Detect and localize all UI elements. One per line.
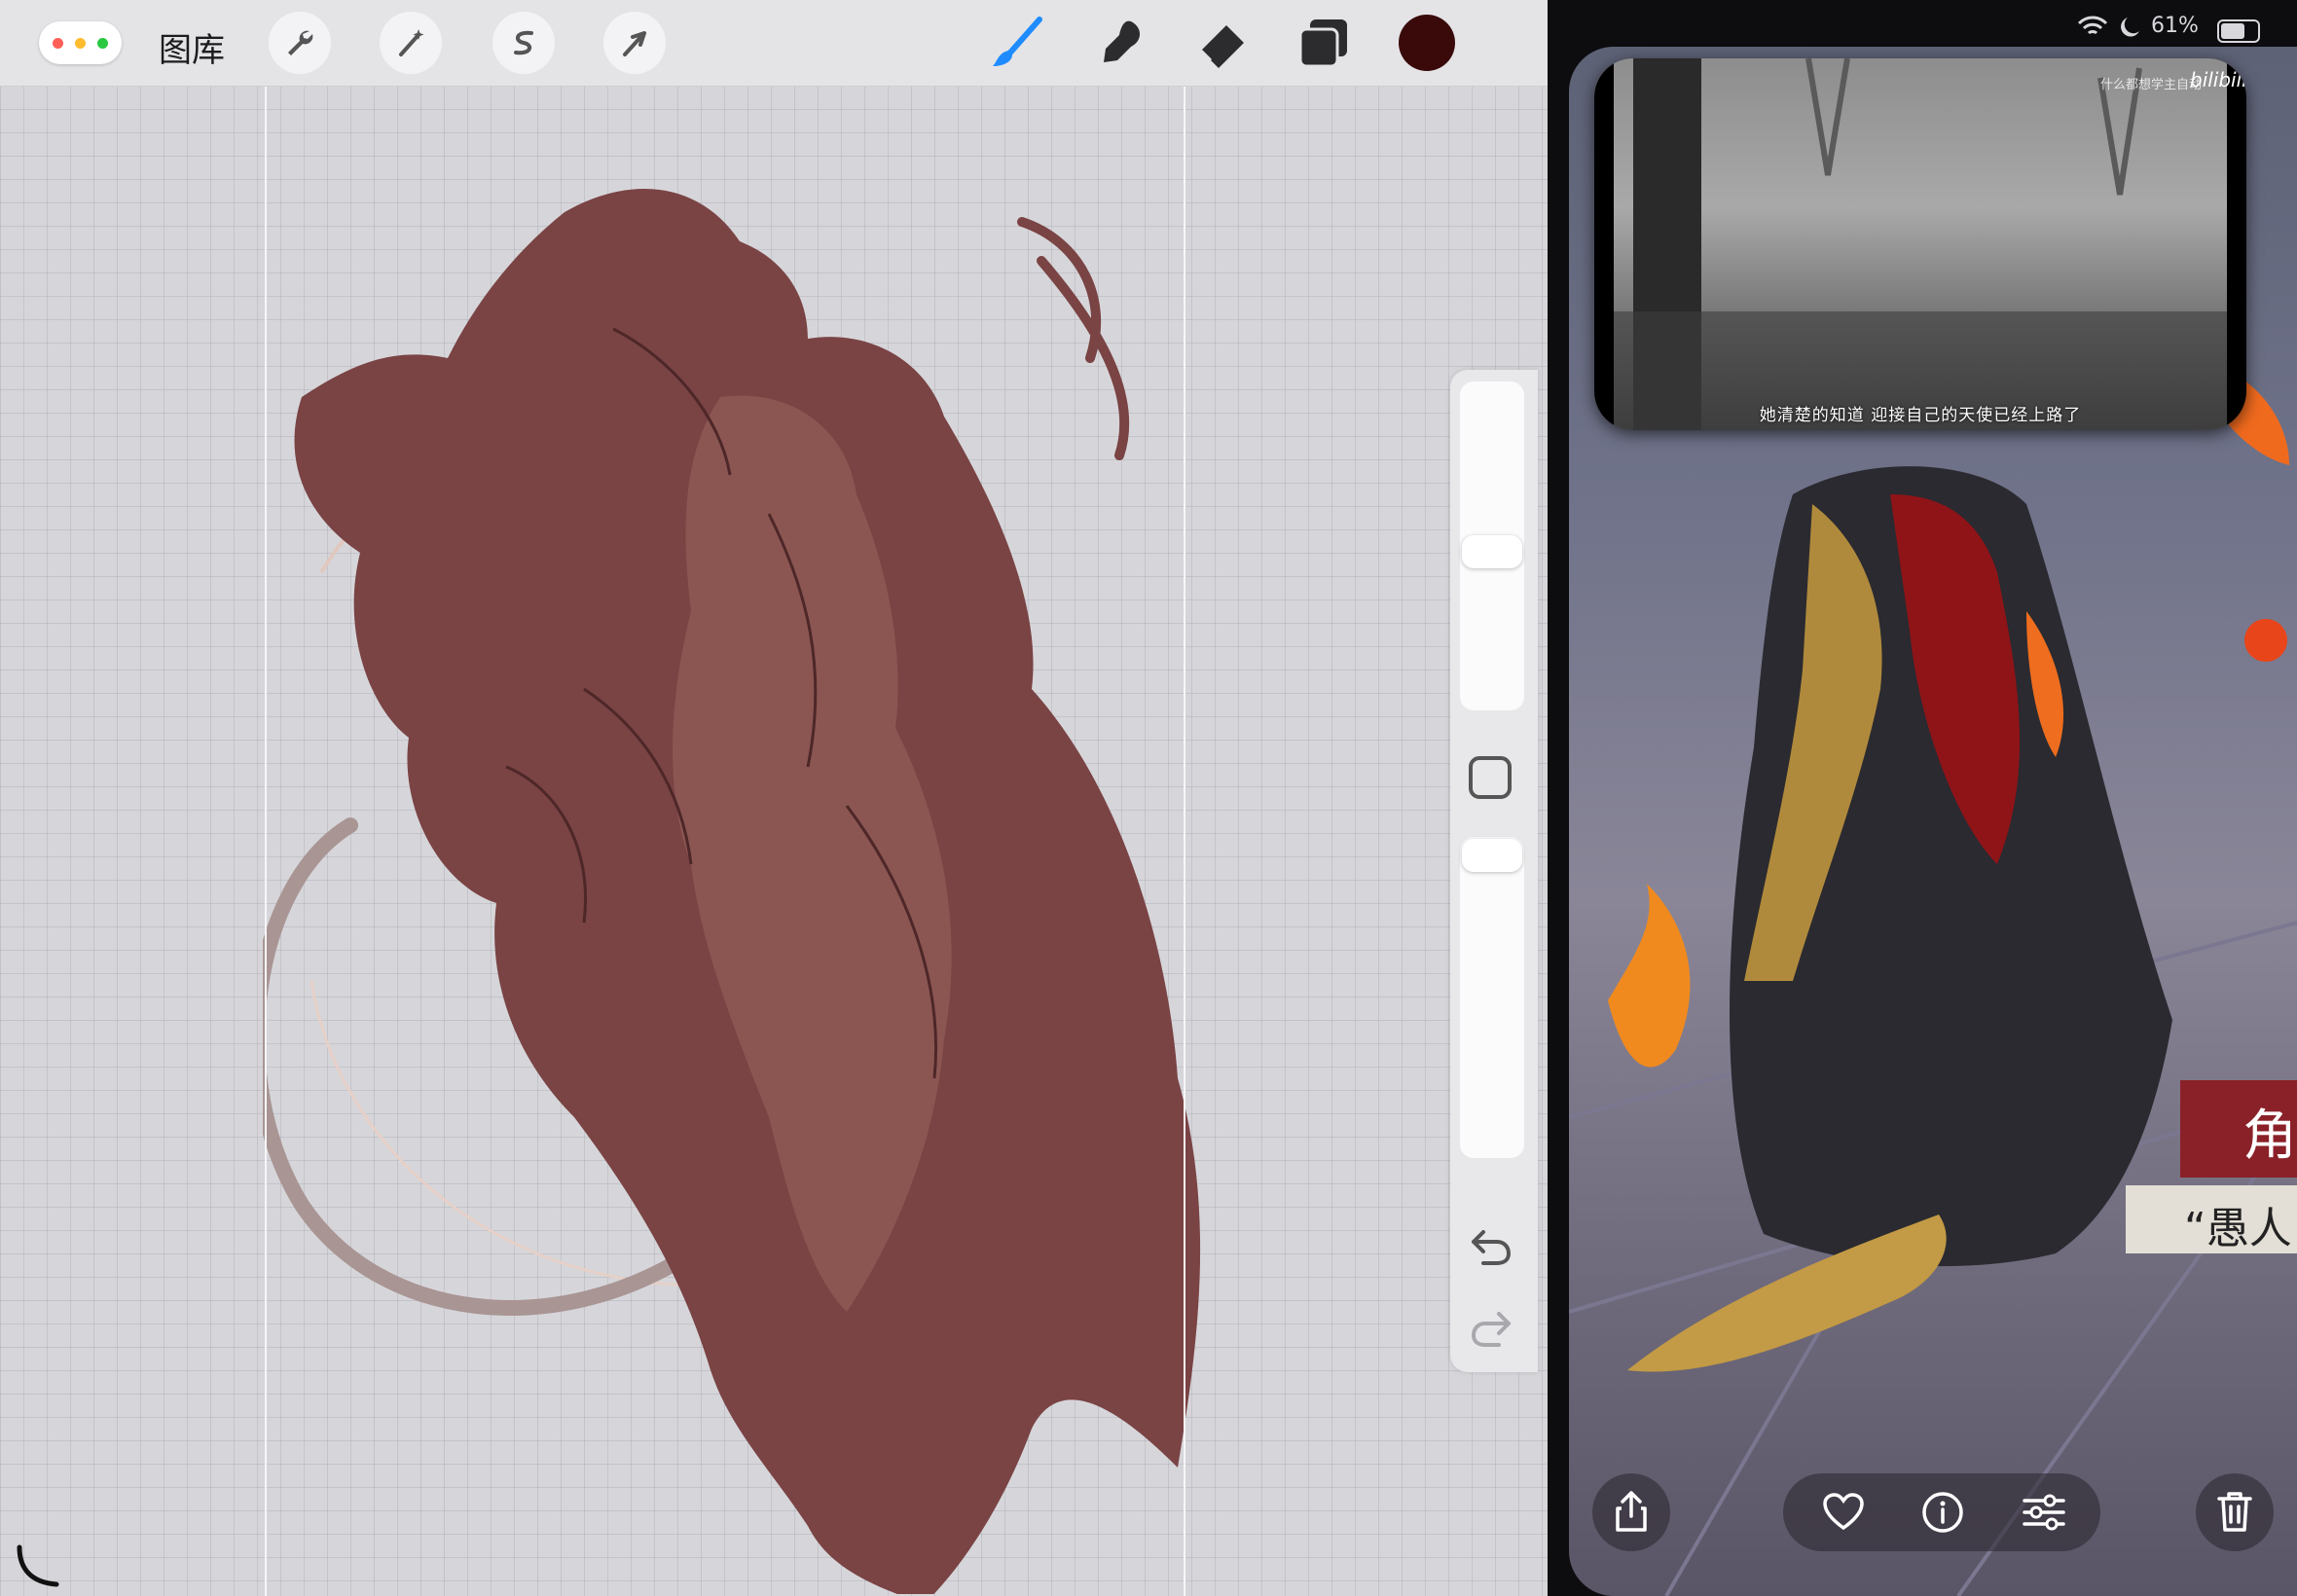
opacity-knob[interactable] (1462, 839, 1522, 872)
procreate-app: 图库 (0, 0, 1548, 1596)
video-watermark: 什么都想学主自动 (2100, 78, 2203, 92)
transform-button[interactable] (603, 12, 666, 74)
brush-icon[interactable] (989, 14, 1047, 72)
eraser-icon[interactable] (1193, 14, 1252, 72)
battery-icon (2217, 19, 2260, 43)
selection-s-icon (514, 30, 533, 55)
arrow-cursor-icon (623, 31, 646, 56)
redo-icon[interactable] (1470, 1308, 1513, 1347)
video-frame (1594, 58, 2246, 430)
modify-square-icon[interactable] (1468, 755, 1513, 800)
adjust-sliders-icon[interactable] (2021, 1493, 2067, 1532)
gallery-button[interactable]: 图库 (159, 23, 225, 71)
loading-spinner-icon (17, 1544, 59, 1587)
bilibili-logo: bilibili (2190, 68, 2246, 91)
wrench-icon (288, 30, 313, 55)
smudge-icon[interactable] (1092, 14, 1150, 72)
side-toolbar (1450, 370, 1538, 1372)
undo-icon[interactable] (1470, 1226, 1513, 1265)
guide-line-right (1184, 86, 1185, 1596)
drawing-canvas[interactable] (0, 86, 1548, 1596)
window-menu-button[interactable] (39, 21, 122, 64)
heart-icon[interactable] (1822, 1493, 1865, 1532)
adjustments-button[interactable] (380, 12, 442, 74)
video-subtitle: 她清楚的知道 迎接自己的天使已经上路了 (1759, 406, 2082, 425)
artwork-sketch (263, 189, 1201, 1594)
magic-wand-icon (399, 29, 424, 56)
character-subtitle-banner: “愚人 (2126, 1185, 2297, 1253)
share-icon (1616, 1491, 1647, 1532)
banner-char: 角 (2242, 1105, 2297, 1168)
banner-text: “愚人 (2184, 1204, 2292, 1253)
color-picker-button[interactable] (1399, 15, 1455, 71)
status-icons (2077, 14, 2147, 45)
actions-wrench-button[interactable] (269, 12, 331, 74)
layers-icon[interactable] (1294, 14, 1353, 72)
video-pip-window[interactable]: 什么都想学主自动 bilibili 她清楚的知道 迎接自己的天使已经上路了 (1594, 58, 2246, 430)
delete-button[interactable] (2196, 1473, 2274, 1551)
top-toolbar: 图库 (0, 0, 1548, 87)
trash-icon (2217, 1492, 2252, 1532)
guide-line-left (265, 86, 267, 1596)
selection-button[interactable] (492, 12, 555, 74)
character-name-banner: 角 (2180, 1080, 2297, 1178)
info-icon[interactable] (1921, 1491, 1964, 1534)
wifi-moon-icon (2077, 16, 2139, 37)
brush-size-knob[interactable] (1462, 535, 1522, 568)
share-button[interactable] (1592, 1473, 1670, 1551)
battery-percent: 61% (2151, 14, 2199, 38)
opacity-slider[interactable] (1460, 837, 1524, 1158)
brush-size-slider[interactable] (1460, 381, 1524, 710)
photo-actions-group (1783, 1473, 2100, 1551)
